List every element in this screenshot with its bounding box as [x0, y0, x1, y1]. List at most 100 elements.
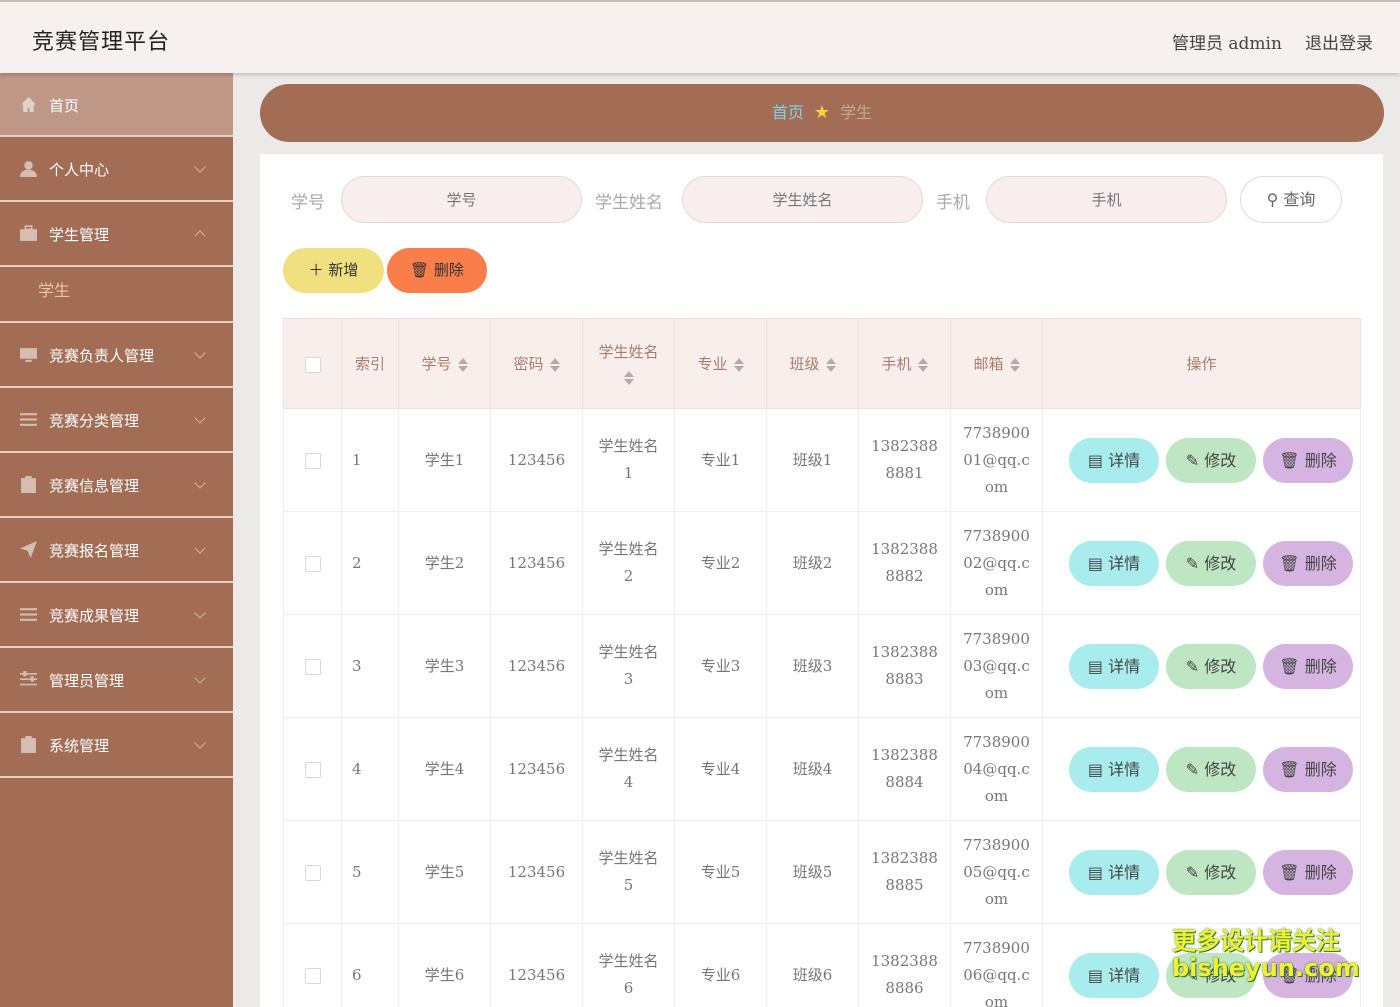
- header-label: 密码: [513, 355, 544, 373]
- cell-email: 773890006@qq.com: [950, 923, 1043, 1007]
- search-button[interactable]: ⚲ 查询: [1240, 176, 1342, 223]
- detail-button[interactable]: ▤ 详情: [1069, 849, 1159, 895]
- sort-icon[interactable]: [549, 358, 560, 372]
- search-label-no: 学号: [291, 193, 325, 213]
- cell-pwd: 123456: [490, 923, 583, 1007]
- sidebar-item-category-mgmt[interactable]: 竞赛分类管理: [0, 388, 233, 453]
- cell-no: 学生6: [398, 923, 491, 1007]
- sidebar-item-label: 竞赛负责人管理: [49, 347, 155, 365]
- sidebar-item-profile[interactable]: 个人中心: [0, 137, 233, 202]
- row-checkbox[interactable]: [304, 864, 321, 881]
- sidebar-item-student-mgmt[interactable]: 学生管理: [0, 202, 233, 267]
- batch-delete-button[interactable]: 🗑 删除: [387, 248, 487, 293]
- cell-no: 学生1: [398, 408, 491, 512]
- cell-actions: ▤ 详情 ✎ 修改 🗑 删除: [1042, 614, 1361, 718]
- header-email[interactable]: 邮箱: [950, 318, 1043, 409]
- header-class[interactable]: 班级: [766, 318, 859, 409]
- detail-label: 详情: [1108, 862, 1141, 882]
- detail-button[interactable]: ▤ 详情: [1069, 643, 1159, 689]
- sidebar-item-label: 竞赛分类管理: [49, 412, 140, 430]
- sidebar-item-label: 个人中心: [49, 161, 110, 179]
- cell-class: 班级3: [766, 614, 859, 718]
- edit-button[interactable]: ✎ 修改: [1166, 643, 1256, 689]
- row-select-cell: [283, 408, 342, 512]
- edit-button[interactable]: ✎ 修改: [1166, 746, 1256, 792]
- sidebar-item-admin-mgmt[interactable]: 管理员管理: [0, 648, 233, 713]
- table-row: 1 学生1 123456 学生姓名1 专业1 班级1 13823888881 77389000…: [283, 408, 1361, 512]
- detail-button[interactable]: ▤ 详情: [1069, 437, 1159, 483]
- cell-no: 学生4: [398, 717, 491, 821]
- detail-label: 详情: [1108, 965, 1141, 985]
- delete-button[interactable]: 🗑 删除: [1263, 437, 1353, 483]
- add-button[interactable]: ＋ 新增: [283, 248, 384, 293]
- search-input-phone[interactable]: [986, 176, 1227, 223]
- logout-link[interactable]: 退出登录: [1305, 29, 1373, 54]
- delete-button[interactable]: 🗑 删除: [1263, 849, 1353, 895]
- sidebar-item-info-mgmt[interactable]: 竞赛信息管理: [0, 453, 233, 518]
- cell-index: 6: [341, 923, 399, 1007]
- row-checkbox[interactable]: [304, 452, 321, 469]
- table-row: 5 学生5 123456 学生姓名5 专业5 班级5 13823888885 77389000…: [283, 820, 1361, 924]
- header-pwd[interactable]: 密码: [490, 318, 583, 409]
- header-no[interactable]: 学号: [398, 318, 491, 409]
- cell-index: 5: [341, 820, 399, 924]
- delete-button[interactable]: 🗑 删除: [1263, 746, 1353, 792]
- cell-major: 专业5: [674, 820, 767, 924]
- trash-icon: 🗑: [1279, 759, 1300, 779]
- sidebar-item-system-mgmt[interactable]: 系统管理: [0, 713, 233, 778]
- sort-icon[interactable]: [457, 358, 468, 372]
- user-icon: [20, 161, 37, 177]
- search-input-name[interactable]: [682, 176, 923, 223]
- detail-button[interactable]: ▤ 详情: [1069, 952, 1159, 998]
- header-label: 邮箱: [973, 355, 1004, 373]
- watermark-line2: bisheyun.com: [1172, 954, 1360, 982]
- detail-button[interactable]: ▤ 详情: [1069, 746, 1159, 792]
- sort-icon[interactable]: [1009, 358, 1020, 372]
- chevron-down-icon: [194, 672, 206, 684]
- cell-class: 班级1: [766, 408, 859, 512]
- sidebar-subitem-student[interactable]: 学生: [0, 267, 233, 323]
- header-phone[interactable]: 手机: [858, 318, 951, 409]
- student-table: 索引 学号 密码 学生姓名 专业 班级 手机 邮箱 操作 1 学生1 123456 学…: [283, 318, 1361, 1007]
- sidebar-item-leader-mgmt[interactable]: 竞赛负责人管理: [0, 323, 233, 388]
- cell-email: 773890002@qq.com: [950, 511, 1043, 615]
- select-all-checkbox[interactable]: [304, 356, 321, 373]
- edit-button[interactable]: ✎ 修改: [1166, 849, 1256, 895]
- detail-button[interactable]: ▤ 详情: [1069, 540, 1159, 586]
- cell-index: 2: [341, 511, 399, 615]
- delete-button[interactable]: 🗑 删除: [1263, 540, 1353, 586]
- list-icon: [20, 413, 37, 426]
- breadcrumb-home[interactable]: 首页: [772, 103, 804, 122]
- sort-icon[interactable]: [917, 358, 928, 372]
- edit-button[interactable]: ✎ 修改: [1166, 437, 1256, 483]
- search-input-no[interactable]: [341, 176, 582, 223]
- document-icon: ▤: [1087, 862, 1103, 882]
- table-header-row: 索引 学号 密码 学生姓名 专业 班级 手机 邮箱 操作: [283, 318, 1361, 409]
- pencil-icon: ✎: [1185, 553, 1200, 573]
- sort-icon[interactable]: [733, 358, 744, 372]
- row-checkbox[interactable]: [304, 967, 321, 984]
- sidebar-item-signup-mgmt[interactable]: 竞赛报名管理: [0, 518, 233, 583]
- edit-button[interactable]: ✎ 修改: [1166, 540, 1256, 586]
- trash-icon: 🗑: [1279, 862, 1300, 882]
- row-checkbox[interactable]: [304, 555, 321, 572]
- breadcrumb-current: 学生: [840, 103, 873, 122]
- watermark-line1: 更多设计请关注: [1172, 927, 1340, 955]
- cell-major: 专业3: [674, 614, 767, 718]
- cell-major: 专业2: [674, 511, 767, 615]
- plus-icon: ＋: [308, 261, 324, 279]
- sort-icon[interactable]: [623, 371, 634, 385]
- sidebar-item-result-mgmt[interactable]: 竞赛成果管理: [0, 583, 233, 648]
- delete-button[interactable]: 🗑 删除: [1263, 643, 1353, 689]
- row-select-cell: [283, 511, 342, 615]
- cell-actions: ▤ 详情 ✎ 修改 🗑 删除: [1042, 408, 1361, 512]
- row-checkbox[interactable]: [304, 761, 321, 778]
- delete-label: 删除: [1304, 862, 1337, 882]
- row-checkbox[interactable]: [304, 658, 321, 675]
- sort-icon[interactable]: [825, 358, 836, 372]
- header-name[interactable]: 学生姓名: [582, 318, 675, 409]
- sidebar-item-label: 管理员管理: [49, 672, 125, 690]
- edit-label: 修改: [1204, 553, 1237, 573]
- header-major[interactable]: 专业: [674, 318, 767, 409]
- sidebar-item-home[interactable]: 首页: [0, 73, 233, 137]
